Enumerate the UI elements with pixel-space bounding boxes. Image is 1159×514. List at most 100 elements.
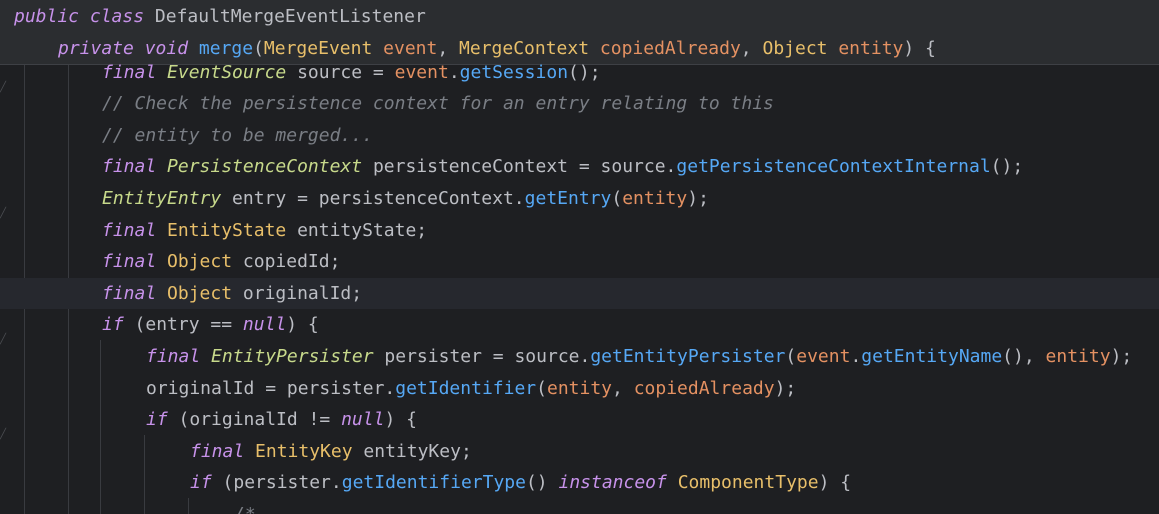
code-token: ) { <box>286 314 319 336</box>
code-token: ); <box>687 187 709 209</box>
code-text: final EntityState entityState; <box>102 215 427 247</box>
code-text: if (originalId != null) { <box>146 404 417 436</box>
code-token: Object <box>167 282 243 304</box>
code-line[interactable]: // Check the persistence context for an … <box>0 88 1159 120</box>
code-token: . <box>448 61 460 83</box>
code-token: ) { <box>818 472 852 494</box>
code-token: final <box>190 440 256 462</box>
code-token: final <box>102 61 168 83</box>
code-line[interactable]: // entity to be merged... <box>0 120 1159 152</box>
code-token: final <box>146 345 212 367</box>
code-token: EntityPersister <box>211 345 385 367</box>
code-token: (persister. <box>222 472 342 494</box>
code-token: () <box>525 472 559 494</box>
code-line[interactable]: /* <box>0 499 1159 514</box>
code-token: final <box>102 219 168 241</box>
code-line[interactable]: final EntityState entityState; <box>0 215 1159 247</box>
code-token: copiedAlready <box>633 377 775 399</box>
code-token: EventSource <box>167 61 298 83</box>
code-text: final Object originalId; <box>102 278 362 310</box>
code-token: (), <box>1002 345 1046 367</box>
code-text: if (entry == null) { <box>102 309 319 341</box>
code-token: (); <box>568 61 601 83</box>
code-token: ( <box>611 187 623 209</box>
code-token: getEntry <box>524 187 612 209</box>
code-line[interactable]: EntityEntry entry = persistenceContext.g… <box>0 183 1159 215</box>
code-text: /* <box>234 499 256 514</box>
code-token: entity <box>622 187 688 209</box>
code-token: persistenceContext = <box>372 156 601 178</box>
code-token: (entry == <box>134 314 243 336</box>
code-token: ( <box>785 345 797 367</box>
code-token: source <box>600 156 666 178</box>
code-editor[interactable]: public class DefaultMergeEventListener p… <box>0 0 1159 514</box>
code-token: . <box>850 345 862 367</box>
code-token: entry = persistenceContext. <box>232 187 525 209</box>
code-token: EntityEntry <box>102 187 233 209</box>
code-token: entity <box>546 377 613 399</box>
code-token: getIdentifier <box>395 377 537 399</box>
code-token: PersistenceContext <box>167 156 373 178</box>
code-token: source = <box>297 61 395 83</box>
code-token: final <box>102 282 168 304</box>
code-line[interactable]: final EntityKey entityKey; <box>0 436 1159 468</box>
code-text: final PersistenceContext persistenceCont… <box>102 151 1023 183</box>
code-token: (); <box>990 156 1024 178</box>
code-line[interactable]: final Object copiedId; <box>0 246 1159 278</box>
code-line[interactable]: if (entry == null) { <box>0 309 1159 341</box>
code-token: final <box>102 156 168 178</box>
code-token: persister = source. <box>384 345 591 367</box>
code-text: if (persister.getIdentifierType() instan… <box>190 467 851 499</box>
code-token: event <box>394 61 449 83</box>
code-line[interactable]: if (persister.getIdentifierType() instan… <box>0 467 1159 499</box>
code-token: ComponentType <box>677 472 819 494</box>
code-token: instanceof <box>558 472 678 494</box>
code-token: public <box>14 6 90 27</box>
code-token: ( <box>536 377 547 399</box>
sticky-scroll-line-class[interactable]: public class DefaultMergeEventListener <box>0 0 1159 33</box>
code-token: event <box>796 345 851 367</box>
code-token: null <box>341 409 385 431</box>
code-token: if <box>146 409 179 431</box>
code-token: // Check the persistence context for an … <box>102 93 774 115</box>
code-token: Object <box>167 251 243 273</box>
code-token: getEntityPersister <box>590 345 786 367</box>
code-line[interactable]: final EventSource source = event.getSess… <box>0 57 1159 89</box>
code-line[interactable]: originalId = persister.getIdentifier(ent… <box>0 373 1159 405</box>
code-token: copiedId; <box>242 251 341 273</box>
code-text: final Object copiedId; <box>102 246 340 278</box>
code-text: EntityEntry entry = persistenceContext.g… <box>102 183 709 215</box>
code-text: // Check the persistence context for an … <box>102 88 774 120</box>
code-token: final <box>102 251 168 273</box>
code-token: EntityKey <box>255 440 364 462</box>
sticky-code-1: public class DefaultMergeEventListener <box>14 1 426 33</box>
code-token: , <box>612 377 634 399</box>
code-token: class <box>89 6 155 27</box>
code-line[interactable]: final PersistenceContext persistenceCont… <box>0 151 1159 183</box>
code-token: // entity to be merged... <box>102 124 373 146</box>
code-token: ); <box>774 377 797 399</box>
code-text: originalId = persister.getIdentifier(ent… <box>146 373 796 405</box>
code-text: final EntityKey entityKey; <box>190 436 472 468</box>
code-token: entity <box>1045 345 1111 367</box>
code-token: ); <box>1110 345 1133 367</box>
sticky-line-1[interactable]: public class DefaultMergeEventListener <box>0 1 1159 33</box>
code-token: getIdentifierType <box>341 472 526 494</box>
code-text: // entity to be merged... <box>102 120 373 152</box>
code-token: (originalId != <box>178 409 342 431</box>
code-line-current[interactable]: final Object originalId; <box>0 277 1159 310</box>
code-token: /* <box>234 504 256 514</box>
code-token: getPersistenceContextInternal <box>676 156 991 178</box>
code-token: getSession <box>459 61 569 83</box>
code-token: EntityState <box>167 219 298 241</box>
code-text: final EventSource source = event.getSess… <box>102 57 601 89</box>
code-text: final EntityPersister persister = source… <box>146 341 1132 373</box>
code-line[interactable]: if (originalId != null) { <box>0 404 1159 436</box>
code-line[interactable]: final EntityPersister persister = source… <box>0 341 1159 373</box>
code-token: originalId; <box>242 282 363 304</box>
code-token: originalId = persister. <box>146 377 396 399</box>
code-token: DefaultMergeEventListener <box>154 6 426 27</box>
code-token: if <box>190 472 223 494</box>
code-token: entityState; <box>297 219 428 241</box>
code-token: if <box>102 314 135 336</box>
